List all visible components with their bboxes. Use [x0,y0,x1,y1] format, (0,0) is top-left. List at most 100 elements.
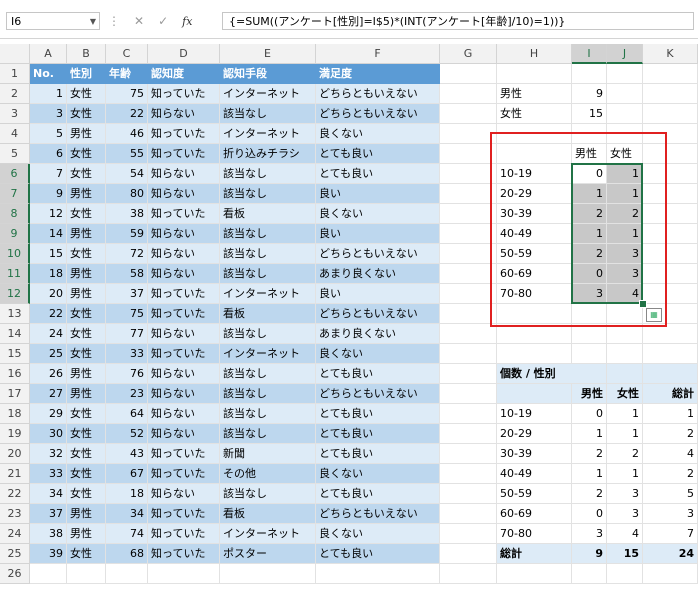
table-cell[interactable]: 良くない [316,524,440,544]
table-cell[interactable]: インターネット [220,344,316,364]
table-cell[interactable]: 該当なし [220,164,316,184]
crosstab-cell[interactable]: 4 [607,284,643,304]
table-cell[interactable]: 20 [30,284,67,304]
table-cell[interactable]: 知らない [148,164,220,184]
empty-cell[interactable] [643,124,698,144]
empty-cell[interactable] [643,344,698,364]
table-cell[interactable]: 30 [30,424,67,444]
empty-cell[interactable] [643,164,698,184]
empty-cell[interactable] [497,324,572,344]
table-cell[interactable]: その他 [220,464,316,484]
pivot-cell[interactable]: 0 [572,504,607,524]
table-header[interactable]: No. [30,64,67,84]
crosstab-cell[interactable]: 1 [607,164,643,184]
pivot-cell[interactable]: 4 [607,524,643,544]
table-cell[interactable]: 良い [316,184,440,204]
table-cell[interactable]: 25 [30,344,67,364]
crosstab-header[interactable]: 男性 [572,144,607,164]
empty-cell[interactable] [440,544,497,564]
table-cell[interactable]: 該当なし [220,324,316,344]
table-cell[interactable]: 折り込みチラシ [220,144,316,164]
empty-cell[interactable] [440,164,497,184]
crosstab-cell[interactable]: 1 [572,184,607,204]
empty-cell[interactable] [643,244,698,264]
pivot-row-label[interactable]: 10-19 [497,404,572,424]
table-cell[interactable]: 該当なし [220,224,316,244]
pivot-cell[interactable]: 2 [572,484,607,504]
table-cell[interactable]: 76 [106,364,148,384]
table-cell[interactable]: 7 [30,164,67,184]
empty-cell[interactable] [497,304,572,324]
age-range-label[interactable]: 10-19 [497,164,572,184]
crosstab-cell[interactable]: 2 [572,204,607,224]
empty-cell[interactable] [440,424,497,444]
table-cell[interactable]: 知らない [148,264,220,284]
table-cell[interactable]: 22 [106,104,148,124]
table-cell[interactable]: 看板 [220,204,316,224]
crosstab-cell[interactable]: 0 [572,264,607,284]
pivot-cell[interactable]: 2 [607,444,643,464]
table-cell[interactable]: 男性 [67,124,106,144]
column-header-k[interactable]: K [643,44,698,64]
table-header[interactable]: 認知度 [148,64,220,84]
row-header-25[interactable]: 25 [0,544,30,564]
name-box[interactable]: I6 ▼ [6,12,100,30]
table-cell[interactable]: 看板 [220,304,316,324]
table-cell[interactable]: 43 [106,444,148,464]
empty-cell[interactable] [643,104,698,124]
table-cell[interactable]: 良くない [316,204,440,224]
table-cell[interactable]: 75 [106,304,148,324]
table-cell[interactable]: どちらともいえない [316,244,440,264]
crosstab-cell[interactable]: 3 [572,284,607,304]
formula-input[interactable]: {=SUM((アンケート[性別]=I$5)*(INT(アンケート[年齢]/10)… [222,12,694,30]
table-cell[interactable]: 29 [30,404,67,424]
empty-cell[interactable] [607,324,643,344]
table-cell[interactable]: 75 [106,84,148,104]
pivot-cell[interactable]: 1 [643,404,698,424]
table-cell[interactable]: 67 [106,464,148,484]
crosstab-cell[interactable]: 2 [607,204,643,224]
pivot-header[interactable]: 男性 [572,384,607,404]
crosstab-cell[interactable]: 3 [607,264,643,284]
empty-cell[interactable] [572,324,607,344]
table-cell[interactable]: どちらともいえない [316,84,440,104]
table-cell[interactable]: 女性 [67,444,106,464]
table-cell[interactable]: 良くない [316,344,440,364]
table-cell[interactable]: インターネット [220,84,316,104]
pivot-cell[interactable]: 1 [572,424,607,444]
empty-cell[interactable] [572,344,607,364]
empty-cell[interactable] [148,564,220,584]
column-header-d[interactable]: D [148,44,220,64]
table-cell[interactable]: 知らない [148,324,220,344]
table-cell[interactable]: 女性 [67,324,106,344]
empty-cell[interactable] [440,444,497,464]
pivot-cell[interactable]: 3 [607,484,643,504]
empty-cell[interactable] [643,84,698,104]
empty-cell[interactable] [440,84,497,104]
empty-cell[interactable] [440,564,497,584]
pivot-cell[interactable]: 3 [572,524,607,544]
table-cell[interactable]: どちらともいえない [316,504,440,524]
empty-cell[interactable] [440,524,497,544]
empty-cell[interactable] [572,304,607,324]
row-header-3[interactable]: 3 [0,104,30,124]
row-header-6[interactable]: 6 [0,164,30,184]
table-cell[interactable]: とても良い [316,144,440,164]
table-cell[interactable]: 女性 [67,104,106,124]
pivot-cell[interactable]: 7 [643,524,698,544]
column-header-j[interactable]: J [607,44,643,64]
row-header-14[interactable]: 14 [0,324,30,344]
table-cell[interactable]: 知らない [148,224,220,244]
empty-cell[interactable] [643,324,698,344]
table-cell[interactable]: 該当なし [220,384,316,404]
table-cell[interactable]: 5 [30,124,67,144]
table-cell[interactable]: 27 [30,384,67,404]
table-cell[interactable]: 68 [106,544,148,564]
table-cell[interactable]: 良くない [316,464,440,484]
pivot-row-label[interactable]: 30-39 [497,444,572,464]
table-cell[interactable]: 34 [30,484,67,504]
table-cell[interactable]: 知らない [148,484,220,504]
table-cell[interactable]: 女性 [67,304,106,324]
table-cell[interactable]: 男性 [67,364,106,384]
table-cell[interactable]: 知っていた [148,524,220,544]
